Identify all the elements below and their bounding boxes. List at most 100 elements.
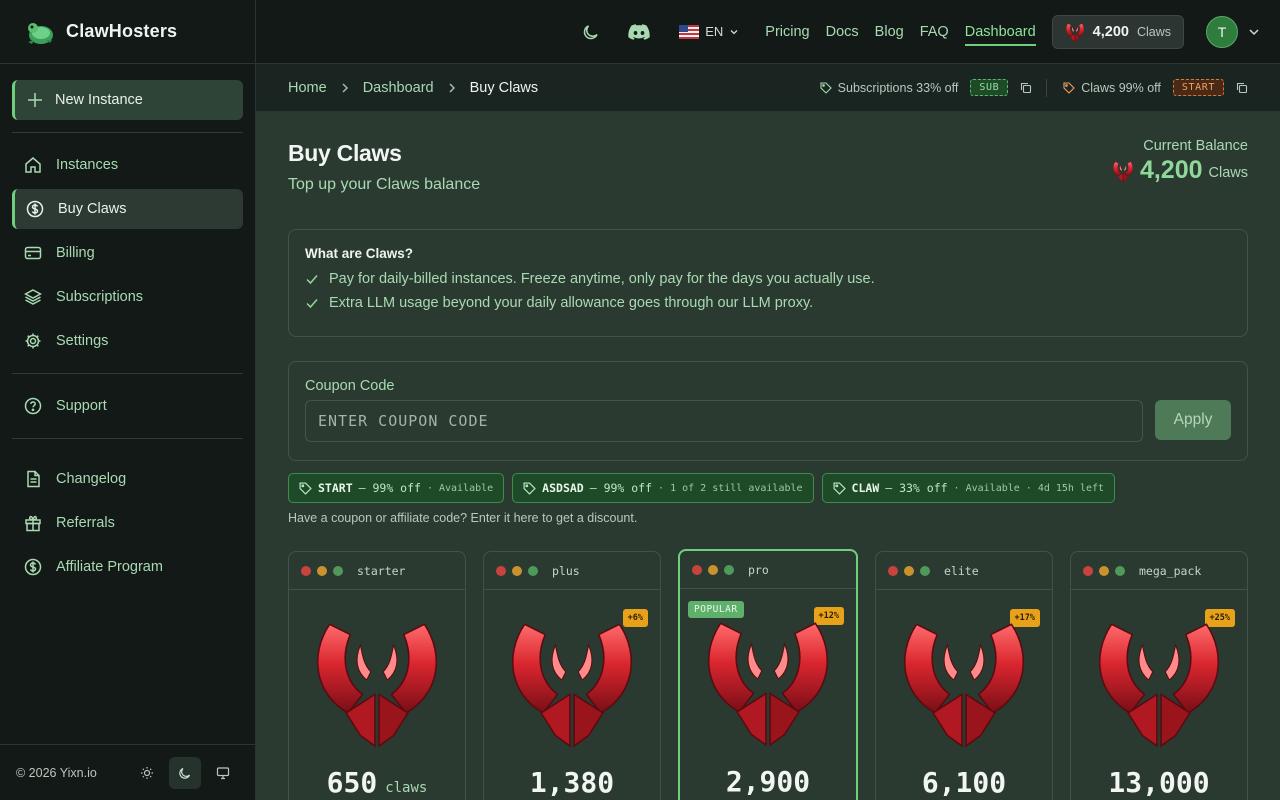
tag-icon (833, 481, 846, 495)
pack-plus[interactable]: plus +6% 1,380 (483, 551, 661, 800)
sidebar-item-changelog[interactable]: Changelog (12, 459, 243, 499)
coupon-chip-claw[interactable]: CLAW — 33% off · Available · 4d 15h left (821, 473, 1116, 503)
nav-link-faq[interactable]: FAQ (920, 24, 949, 40)
promo-claws: Claws 99% off START (1063, 79, 1248, 96)
language-selector[interactable]: EN (679, 24, 739, 39)
language-label: EN (705, 24, 724, 39)
sidebar-item-support[interactable]: Support (12, 386, 243, 426)
window-dot-red (301, 565, 311, 576)
pack-name: pro (748, 562, 769, 577)
sidebar-item-settings[interactable]: Settings (12, 321, 243, 361)
balance-pill[interactable]: 4,200 Claws (1051, 14, 1184, 49)
claw-icon (1112, 160, 1134, 182)
breadcrumb-dashboard[interactable]: Dashboard (363, 80, 434, 96)
window-dot-red (496, 565, 506, 576)
theme-toggle-button[interactable] (571, 12, 611, 52)
claw-icon (1065, 22, 1085, 42)
sidebar-item-referrals[interactable]: Referrals (12, 503, 243, 543)
chip-code: CLAW (851, 481, 880, 495)
us-flag-icon (679, 24, 700, 39)
chip-meta: · Available · 4d 15h left (953, 482, 1105, 494)
sidebar-footer: © 2026 Yixn.io (0, 744, 255, 800)
avatar[interactable]: T (1206, 15, 1238, 48)
coupon-input[interactable] (305, 400, 1143, 442)
chevron-down-icon[interactable] (1248, 26, 1260, 38)
check-icon (306, 299, 318, 309)
pack-pro[interactable]: pro POPULAR +12% 2,900 (678, 549, 858, 800)
claw-icon (706, 613, 830, 747)
discord-button[interactable] (619, 12, 659, 52)
coupon-chip-start[interactable]: START — 99% off · Available (288, 473, 505, 503)
chip-code: START (318, 481, 353, 495)
sidebar-item-label: Billing (56, 245, 95, 261)
gift-icon (25, 515, 41, 532)
brand[interactable]: ClawHosters (0, 0, 255, 64)
brand-name: ClawHosters (66, 21, 178, 41)
window-dot-green (333, 565, 343, 576)
new-instance-button[interactable]: New Instance (12, 80, 243, 120)
nav-link-docs[interactable]: Docs (826, 24, 859, 40)
divider (1046, 78, 1048, 97)
window-dot-red (1083, 565, 1093, 576)
sidebar-item-affiliate-program[interactable]: Affiliate Program (12, 547, 243, 587)
sidebar-item-label: Instances (56, 157, 119, 173)
promo-text: Subscriptions 33% off (837, 80, 959, 95)
pack-name: mega_pack (1139, 563, 1202, 578)
pack-name: plus (552, 563, 580, 578)
coupon-card: Coupon Code Apply (288, 361, 1248, 461)
info-point: Extra LLM usage beyond your daily allowa… (305, 295, 1231, 311)
claw-icon (315, 614, 439, 748)
tag-icon (523, 481, 536, 495)
credit-card-icon (24, 246, 42, 260)
document-icon (27, 470, 40, 488)
sidebar: ClawHosters New Instance Instances Buy C… (0, 0, 256, 800)
promo-code: START (1172, 79, 1224, 96)
page-subtitle: Top up your Claws balance (288, 176, 481, 193)
sidebar-item-instances[interactable]: Instances (12, 145, 243, 185)
nav-link-dashboard[interactable]: Dashboard (964, 24, 1036, 46)
coupon-chip-asdsad[interactable]: ASDSAD — 99% off · 1 of 2 still availabl… (512, 473, 814, 503)
sidebar-item-label: Subscriptions (56, 289, 144, 305)
sidebar-item-subscriptions[interactable]: Subscriptions (12, 277, 243, 317)
moon-icon (583, 24, 598, 39)
breadcrumb-current: Buy Claws (469, 79, 539, 96)
sidebar-item-label: Changelog (56, 471, 127, 487)
claw-icon (1097, 614, 1221, 748)
moon-icon (179, 767, 191, 779)
tag-icon (1063, 81, 1075, 94)
dollar-circle-icon (24, 558, 42, 576)
main-content: Buy Claws Top up your Claws balance Curr… (256, 112, 1280, 800)
pack-header: mega_pack (1071, 552, 1247, 590)
info-point-text: Pay for daily-billed instances. Freeze a… (329, 271, 875, 287)
sidebar-item-buy-claws[interactable]: Buy Claws (12, 189, 243, 229)
window-dot-yellow (708, 564, 718, 575)
chevron-right-icon (339, 82, 351, 94)
light-theme-button[interactable] (131, 757, 163, 789)
window-dot-yellow (904, 565, 914, 576)
dark-theme-button[interactable] (169, 756, 201, 789)
pack-starter[interactable]: starter 650 claws (288, 551, 466, 800)
copy-icon[interactable] (1236, 82, 1248, 94)
window-dot-red (692, 564, 702, 575)
current-balance-value: 4,200 (1139, 156, 1203, 184)
divider (12, 438, 243, 439)
nav-link-pricing[interactable]: Pricing (765, 24, 809, 40)
breadcrumb-home[interactable]: Home (288, 80, 327, 96)
new-instance-label: New Instance (55, 92, 143, 108)
pack-elite[interactable]: elite +17% 6,100 (875, 551, 1053, 800)
pack-name: starter (357, 563, 406, 578)
current-balance-unit: Claws (1208, 164, 1248, 181)
pack-mega-pack[interactable]: mega_pack +25% 13,000 (1070, 551, 1248, 800)
pack-header: elite (876, 552, 1052, 590)
sidebar-item-label: Affiliate Program (56, 559, 163, 575)
pack-amount-value: 1,380 (529, 766, 615, 799)
window-dot-red (888, 565, 898, 576)
system-theme-button[interactable] (207, 757, 239, 789)
sidebar-item-billing[interactable]: Billing (12, 233, 243, 273)
apply-button[interactable]: Apply (1155, 400, 1231, 440)
copy-icon[interactable] (1020, 82, 1032, 94)
pack-name: elite (944, 563, 979, 578)
chevron-right-icon (446, 82, 458, 94)
nav-link-blog[interactable]: Blog (875, 24, 904, 40)
window-dot-yellow (1099, 565, 1109, 576)
